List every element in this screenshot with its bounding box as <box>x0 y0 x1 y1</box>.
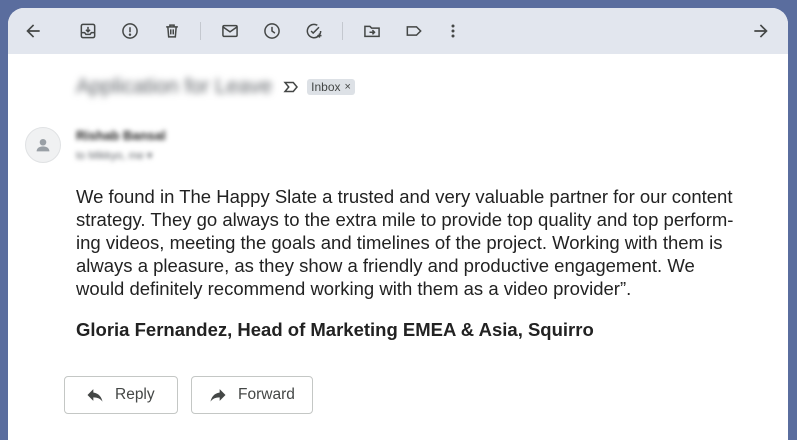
label-icon[interactable] <box>400 17 428 45</box>
reply-button[interactable]: Reply <box>64 376 178 414</box>
remove-label-icon[interactable]: × <box>345 81 351 93</box>
body-line: always a pleasure, as they show a friend… <box>76 255 695 276</box>
person-icon <box>36 138 50 152</box>
mark-unread-icon[interactable] <box>216 17 244 45</box>
report-spam-icon[interactable] <box>116 17 144 45</box>
snooze-icon[interactable] <box>258 17 286 45</box>
email-subject: Application for Leave <box>76 75 273 98</box>
importance-marker-icon[interactable] <box>282 78 300 96</box>
chevron-down-icon[interactable]: ▾ <box>147 150 153 162</box>
body-line: We found in The Happy Slate a trusted an… <box>76 186 733 207</box>
forward-arrow-icon[interactable] <box>747 17 775 45</box>
label-chip-inbox: Inbox × <box>307 79 355 95</box>
sender-name[interactable]: Rishab Bansal <box>76 128 166 143</box>
forward-icon <box>210 389 226 402</box>
archive-icon[interactable] <box>74 17 102 45</box>
move-to-icon[interactable] <box>358 17 386 45</box>
message-body: We found in The Happy Slate a trusted an… <box>76 185 756 300</box>
back-arrow-icon[interactable] <box>19 17 47 45</box>
body-line: strategy. They go always to the extra mi… <box>76 209 734 230</box>
recipient-text: to Mikkyo, me <box>76 150 144 162</box>
toolbar-divider <box>342 22 343 40</box>
more-vert-icon[interactable] <box>439 17 467 45</box>
toolbar-divider <box>200 22 201 40</box>
email-window: Application for Leave Inbox × Rishab Ban… <box>8 8 788 440</box>
add-to-tasks-icon[interactable] <box>300 17 328 45</box>
toolbar <box>8 8 788 54</box>
body-line: would definitely recommend working with … <box>76 278 632 299</box>
label-chip-text: Inbox <box>311 80 341 94</box>
reply-label: Reply <box>115 386 155 403</box>
reply-icon <box>87 389 103 402</box>
forward-button[interactable]: Forward <box>191 376 313 414</box>
subject-row: Application for Leave Inbox × <box>76 75 355 98</box>
forward-label: Forward <box>238 386 295 403</box>
recipient-details[interactable]: to Mikkyo, me ▾ <box>76 149 152 162</box>
body-line: ing videos, meeting the goals and timeli… <box>76 232 723 253</box>
signature: Gloria Fernandez, Head of Marketing EMEA… <box>76 319 594 340</box>
avatar <box>25 127 61 163</box>
delete-icon[interactable] <box>158 17 186 45</box>
